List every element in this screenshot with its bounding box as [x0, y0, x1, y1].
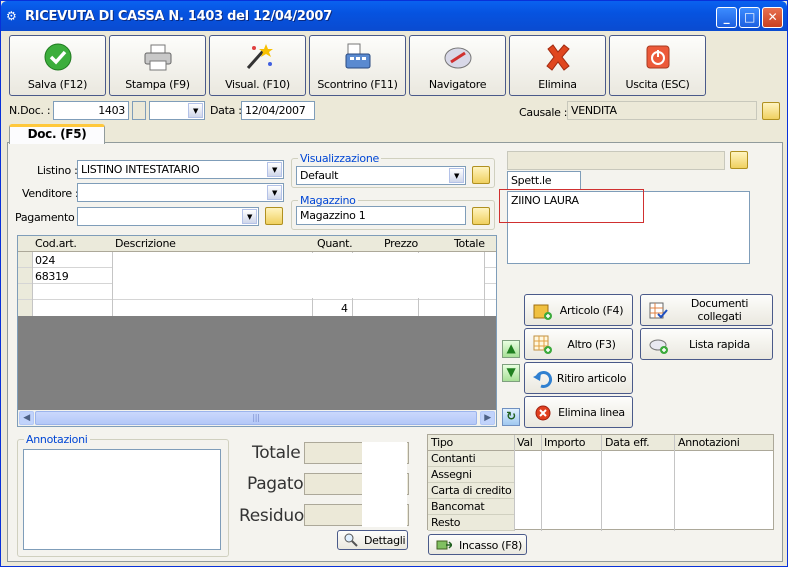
chevron-down-icon[interactable]: ▼: [449, 168, 464, 183]
total-qty: 4: [341, 302, 348, 315]
table-row[interactable]: Bancomat: [428, 499, 514, 515]
series-select[interactable]: ▼: [149, 101, 205, 120]
incasso-button[interactable]: Incasso (F8): [428, 534, 527, 555]
refresh-icon[interactable]: ↻: [502, 408, 520, 426]
printer-icon: [110, 42, 205, 72]
customer-search-input[interactable]: [507, 151, 725, 170]
magazzino-folder-icon[interactable]: [472, 207, 490, 225]
col-quant[interactable]: Quant.: [317, 237, 353, 250]
date-input[interactable]: 12/04/2007: [241, 101, 315, 120]
scroll-thumb[interactable]: |||: [35, 411, 477, 425]
pagamento-folder-icon[interactable]: [265, 207, 283, 225]
chevron-down-icon[interactable]: ▼: [267, 162, 282, 177]
pagato-label: Pagato: [247, 474, 304, 494]
red-x-icon: [510, 42, 605, 72]
add-article-button[interactable]: Articolo (F4): [524, 294, 633, 326]
view-button[interactable]: Visual. (F10): [209, 35, 306, 96]
col-descrizione[interactable]: Descrizione: [115, 237, 176, 250]
ndoc-input[interactable]: 1403: [53, 101, 129, 120]
scroll-left-icon[interactable]: ◀: [19, 411, 34, 425]
pagamento-select[interactable]: ▼: [77, 207, 259, 226]
totale-label: Totale: [252, 443, 301, 463]
grid-header: Cod.art. Descrizione Quant. Prezzo Total…: [18, 236, 496, 252]
box-add-icon: [533, 304, 552, 320]
main-window: ⚙ RICEVUTA DI CASSA N. 1403 del 12/04/20…: [0, 0, 788, 567]
table-row[interactable]: 024: [35, 254, 55, 267]
listino-select[interactable]: LISTINO INTESTATARIO ▼: [77, 160, 284, 179]
print-button[interactable]: Stampa (F9): [109, 35, 206, 96]
delete-line-button[interactable]: Elimina linea: [524, 396, 633, 428]
table-row[interactable]: Assegni: [428, 467, 514, 483]
move-up-icon[interactable]: ▲: [502, 340, 520, 358]
visualizzazione-folder-icon[interactable]: [472, 166, 490, 184]
close-button[interactable]: ✕: [762, 7, 783, 28]
listino-value: LISTINO INTESTATARIO: [81, 163, 200, 176]
data-label: Data :: [210, 104, 242, 117]
table-row[interactable]: Carta di credito: [428, 483, 514, 499]
receipt-button[interactable]: Scontrino (F11): [309, 35, 406, 96]
money-arrow-icon: [436, 540, 452, 550]
listino-label: Listino :: [37, 164, 78, 177]
tab-doc[interactable]: Doc. (F5): [9, 124, 105, 144]
magic-wand-icon: [210, 42, 305, 72]
col-prezzo[interactable]: Prezzo: [384, 237, 418, 250]
linked-documents-button[interactable]: Documenti collegati: [640, 294, 773, 326]
magnifier-icon: [344, 533, 358, 547]
save-button[interactable]: Salva (F12): [9, 35, 106, 96]
maximize-button[interactable]: □: [739, 7, 760, 28]
delete-circle-icon: [535, 405, 551, 421]
window-title: RICEVUTA DI CASSA N. 1403 del 12/04/2007: [25, 9, 332, 24]
totals-overlay: [362, 442, 407, 527]
highlight-box: [499, 189, 644, 223]
customer-folder-icon[interactable]: [730, 151, 748, 169]
exit-button[interactable]: Uscita (ESC): [609, 35, 706, 96]
minimize-button[interactable]: _: [716, 7, 737, 28]
grid-add-icon: [533, 335, 552, 354]
check-icon: [10, 42, 105, 72]
causale-label: Causale :: [519, 106, 568, 119]
payments-table[interactable]: Tipo Val Importo Data eff. Annotazioni C…: [427, 434, 774, 531]
compass-icon: [410, 42, 505, 72]
details-button[interactable]: Dettagli: [337, 530, 408, 550]
items-grid[interactable]: Cod.art. Descrizione Quant. Prezzo Total…: [17, 235, 497, 427]
causale-input[interactable]: VENDITA: [567, 101, 757, 120]
return-article-button[interactable]: Ritiro articolo: [524, 362, 633, 394]
ndoc-label: N.Doc. :: [9, 104, 51, 117]
magazzino-input[interactable]: Magazzino 1: [296, 206, 466, 225]
other-button[interactable]: Altro (F3): [524, 328, 633, 360]
pagamento-label: Pagamento :: [15, 211, 82, 224]
table-row[interactable]: Contanti: [428, 451, 514, 467]
move-down-icon[interactable]: ▼: [502, 364, 520, 382]
residuo-label: Residuo: [239, 506, 304, 526]
table-row[interactable]: 68319: [35, 270, 69, 283]
cash-register-icon: [310, 42, 405, 72]
power-icon: [610, 42, 705, 72]
causale-folder-icon[interactable]: [762, 102, 780, 120]
spett-input[interactable]: Spett.le: [507, 171, 581, 190]
undo-arrow-icon: [533, 370, 553, 388]
col-cod-art[interactable]: Cod.art.: [35, 237, 77, 250]
documents-check-icon: [649, 302, 668, 319]
chevron-down-icon[interactable]: ▼: [267, 185, 282, 200]
venditore-label: Venditore :: [22, 187, 79, 200]
title-bar[interactable]: ⚙ RICEVUTA DI CASSA N. 1403 del 12/04/20…: [1, 1, 787, 31]
description-overlay: [113, 253, 484, 298]
visualizzazione-select[interactable]: Default ▼: [296, 166, 466, 185]
horizontal-scrollbar[interactable]: ◀ ||| ▶: [18, 410, 496, 426]
chevron-down-icon[interactable]: ▼: [242, 209, 257, 224]
scanner-add-icon: [649, 339, 668, 354]
navigator-button[interactable]: Navigatore: [409, 35, 506, 96]
col-totale[interactable]: Totale: [454, 237, 485, 250]
grid-body: 024 68319 4: [18, 252, 496, 316]
table-row[interactable]: Resto: [428, 515, 514, 531]
venditore-select[interactable]: ▼: [77, 183, 284, 202]
chevron-down-icon[interactable]: ▼: [188, 103, 203, 118]
delete-button[interactable]: Elimina: [509, 35, 606, 96]
quick-list-button[interactable]: Lista rapida: [640, 328, 773, 360]
scroll-right-icon[interactable]: ▶: [480, 411, 495, 425]
ndoc-spin-button[interactable]: [132, 101, 146, 120]
app-icon: ⚙: [6, 9, 17, 23]
notes-textarea[interactable]: [23, 449, 221, 550]
